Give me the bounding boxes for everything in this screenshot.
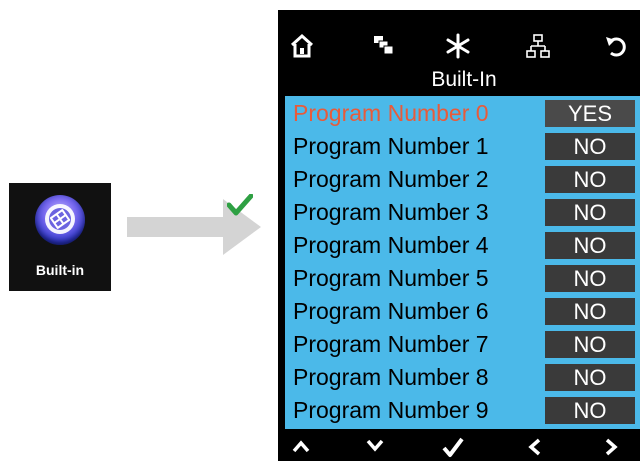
program-value[interactable]: NO	[545, 364, 635, 391]
program-name: Program Number 0	[293, 100, 489, 126]
program-row[interactable]: Program Number 5 NO	[289, 263, 640, 294]
program-name: Program Number 5	[293, 265, 489, 291]
program-value[interactable]: NO	[545, 298, 635, 325]
program-name: Program Number 7	[293, 331, 489, 357]
up-icon[interactable]	[288, 434, 314, 460]
program-value[interactable]: NO	[545, 397, 635, 424]
launcher-label: Built-in	[35, 262, 85, 278]
program-row[interactable]: Program Number 3 NO	[289, 197, 640, 228]
program-list: Program Number 0 YES Program Number 1 NO…	[285, 96, 640, 429]
program-name: Program Number 6	[293, 298, 489, 324]
device-screen: Built-In Program Number 0 YES Program Nu…	[278, 10, 640, 461]
program-row[interactable]: Program Number 9 NO	[289, 395, 640, 426]
program-name: Program Number 1	[293, 133, 489, 159]
program-value[interactable]: NO	[545, 265, 635, 292]
program-name: Program Number 8	[293, 364, 489, 390]
program-value[interactable]: NO	[545, 232, 635, 259]
program-value[interactable]: NO	[545, 331, 635, 358]
asterisk-icon[interactable]	[444, 32, 472, 60]
program-value[interactable]: YES	[545, 100, 635, 127]
program-row[interactable]: Program Number 8 NO	[289, 362, 640, 393]
left-icon[interactable]	[522, 434, 548, 460]
program-name: Program Number 3	[293, 199, 489, 225]
screen-title: Built-In	[431, 68, 497, 91]
navigation-bar	[278, 431, 640, 461]
program-row[interactable]: Program Number 2 NO	[289, 164, 640, 195]
built-in-launcher-icon[interactable]: Built-in	[9, 183, 111, 291]
confirm-check-icon[interactable]	[440, 434, 466, 460]
back-icon[interactable]	[602, 32, 630, 60]
film-reel-icon	[35, 195, 85, 245]
program-value[interactable]: NO	[545, 166, 635, 193]
program-row[interactable]: Program Number 4 NO	[289, 230, 640, 261]
program-row[interactable]: Program Number 0 YES	[289, 98, 640, 129]
program-name: Program Number 9	[293, 397, 489, 423]
network-icon[interactable]	[524, 32, 552, 60]
program-name: Program Number 2	[293, 166, 489, 192]
green-check-icon	[226, 193, 254, 221]
program-value[interactable]: NO	[545, 199, 635, 226]
down-icon[interactable]	[362, 434, 388, 460]
layers-icon[interactable]	[370, 32, 398, 60]
top-toolbar	[278, 10, 640, 66]
program-name: Program Number 4	[293, 232, 489, 258]
program-row[interactable]: Program Number 1 NO	[289, 131, 640, 162]
home-icon[interactable]	[288, 32, 316, 60]
program-row[interactable]: Program Number 7 NO	[289, 329, 640, 360]
program-value[interactable]: NO	[545, 133, 635, 160]
program-row[interactable]: Program Number 6 NO	[289, 296, 640, 327]
right-icon[interactable]	[598, 434, 624, 460]
